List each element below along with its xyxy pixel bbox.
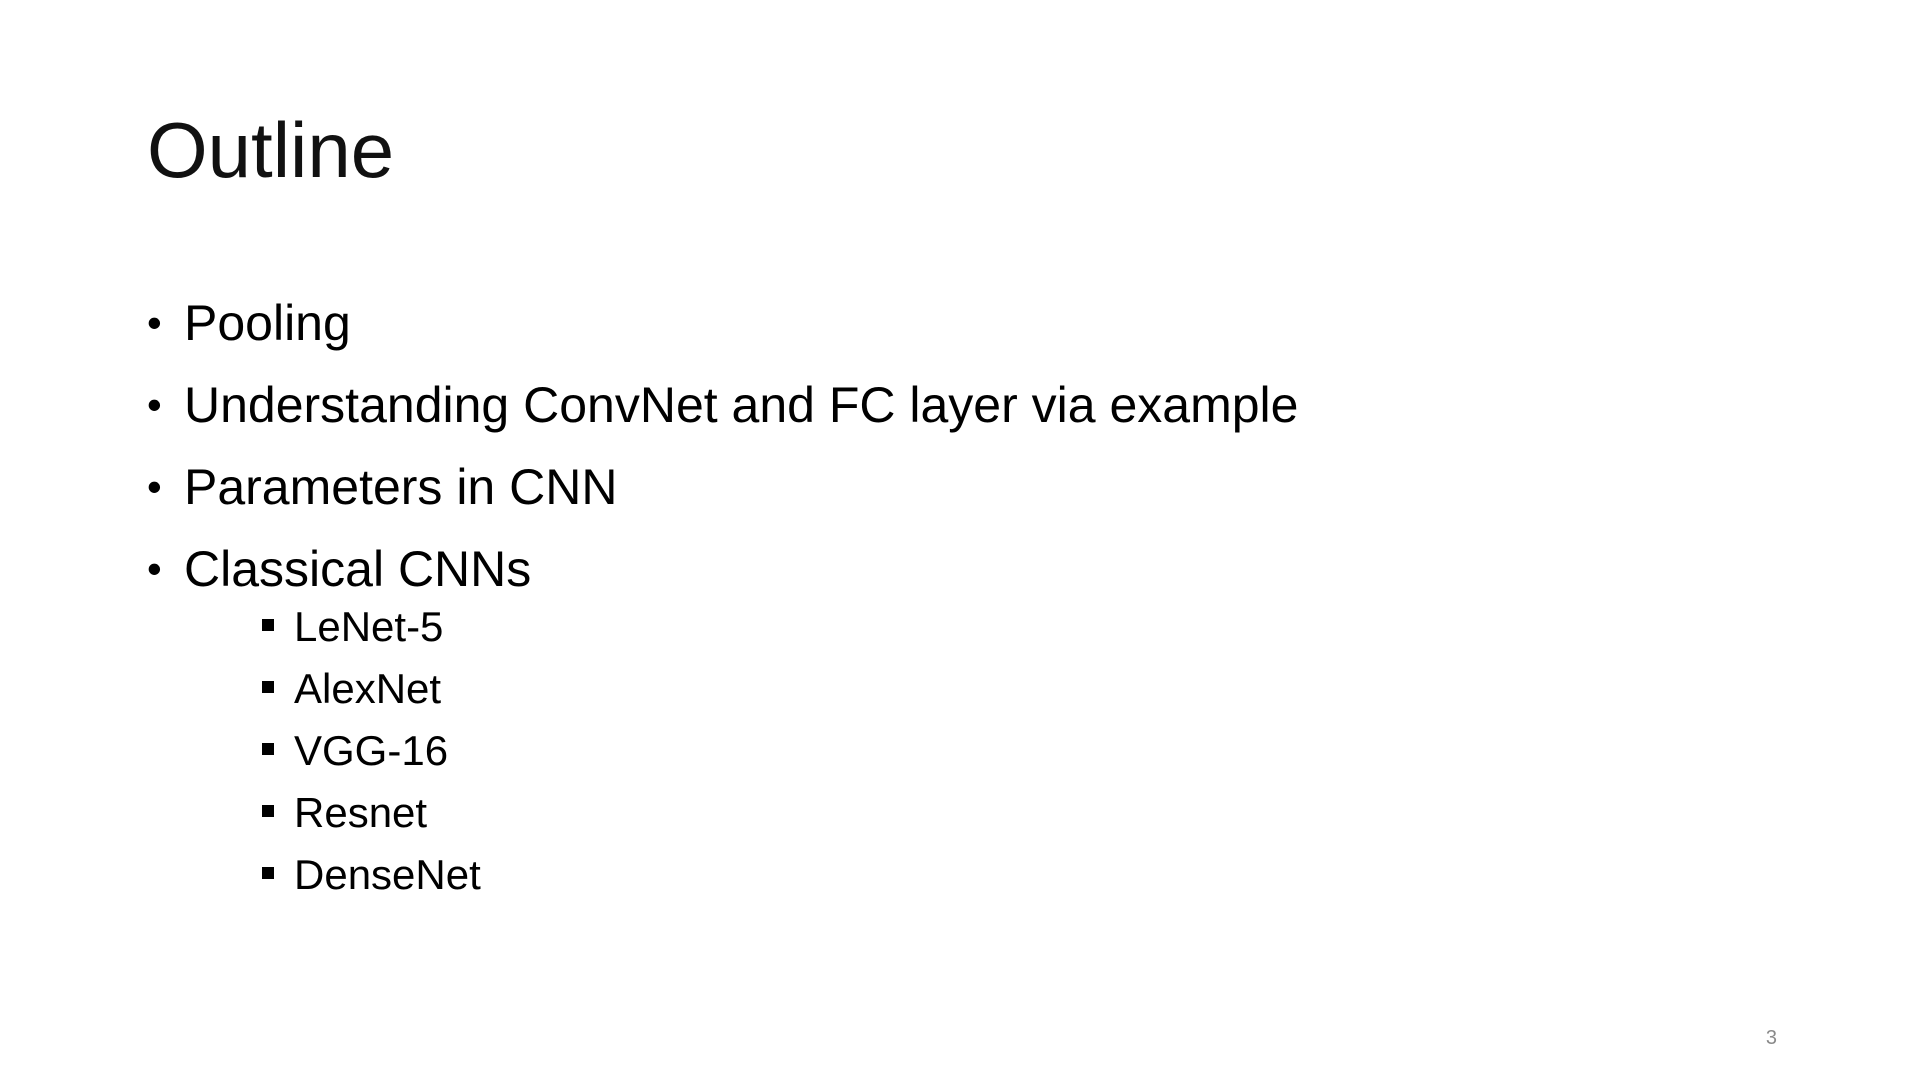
square-bullet-icon <box>262 681 274 693</box>
sub-bullet-text: DenseNet <box>294 851 481 898</box>
bullet-dot-icon: • <box>147 299 162 346</box>
sub-bullet-list: LeNet-5 AlexNet VGG-16 Resnet DenseNet <box>184 602 1298 900</box>
page-number: 3 <box>1765 1027 1777 1049</box>
bullet-list: • Pooling • Understanding ConvNet and FC… <box>147 292 1298 920</box>
sub-bullet-item-densenet: DenseNet <box>184 850 1298 900</box>
square-bullet-icon <box>262 619 274 631</box>
bullet-item-convnet-fc: • Understanding ConvNet and FC layer via… <box>147 374 1298 436</box>
bullet-item-parameters: • Parameters in CNN <box>147 456 1298 518</box>
bullet-dot-icon: • <box>147 463 162 510</box>
sub-bullet-text: VGG-16 <box>294 727 449 774</box>
slide-title: Outline <box>147 106 395 194</box>
sub-bullet-text: AlexNet <box>294 665 442 712</box>
sub-bullet-item-resnet: Resnet <box>184 788 1298 838</box>
bullet-dot-icon: • <box>147 545 162 592</box>
bullet-text: Pooling <box>184 295 351 351</box>
bullet-item-classical-cnns: • Classical CNNs LeNet-5 AlexNet VGG-16 <box>147 538 1298 900</box>
bullet-item-pooling: • Pooling <box>147 292 1298 354</box>
bullet-text: Understanding ConvNet and FC layer via e… <box>184 377 1299 433</box>
sub-bullet-item-vgg16: VGG-16 <box>184 726 1298 776</box>
sub-bullet-item-alexnet: AlexNet <box>184 664 1298 714</box>
bullet-text: Classical CNNs <box>184 541 532 597</box>
square-bullet-icon <box>262 805 274 817</box>
bullet-dot-icon: • <box>147 381 162 428</box>
bullet-text: Parameters in CNN <box>184 459 618 515</box>
sub-bullet-item-lenet: LeNet-5 <box>184 602 1298 652</box>
sub-bullet-text: Resnet <box>294 789 428 836</box>
sub-bullet-text: LeNet-5 <box>294 603 444 650</box>
square-bullet-icon <box>262 867 274 879</box>
slide: Outline • Pooling • Understanding ConvNe… <box>0 0 1920 1080</box>
square-bullet-icon <box>262 743 274 755</box>
